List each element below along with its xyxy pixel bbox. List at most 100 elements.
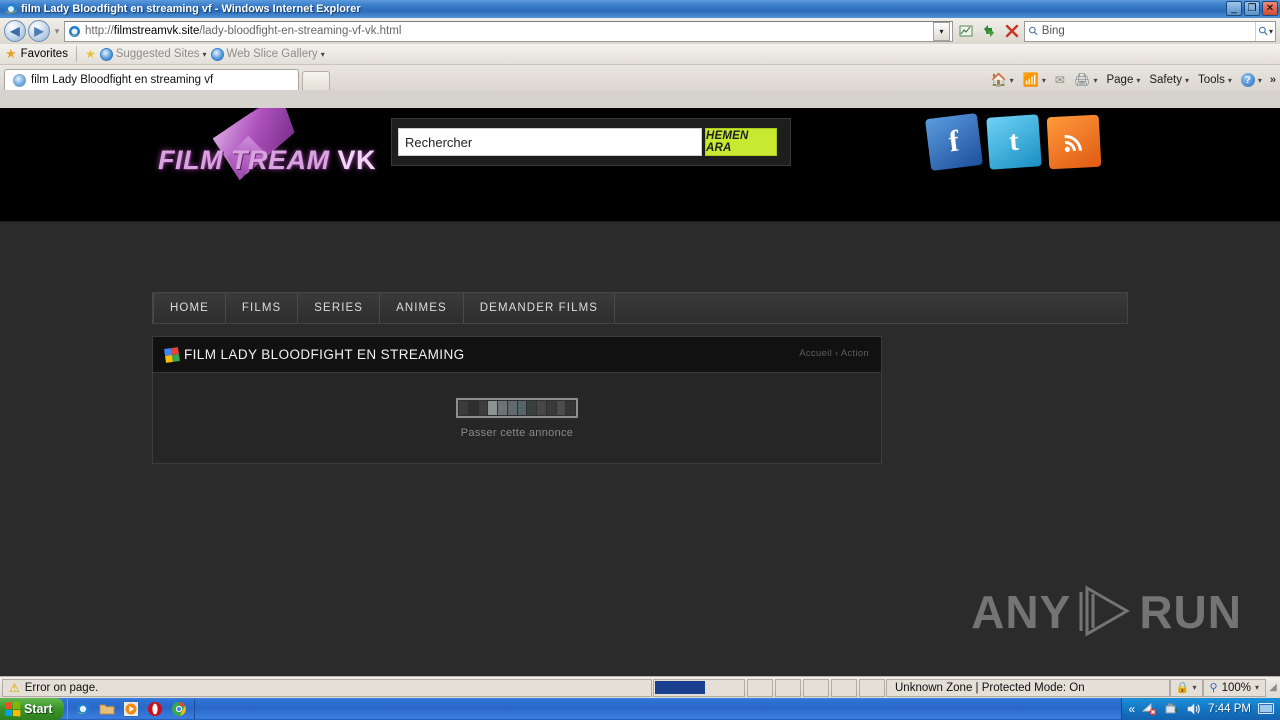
search-icon: ⚲ bbox=[1025, 22, 1042, 40]
protected-mode-button[interactable]: 🔒 ▾ bbox=[1169, 678, 1203, 697]
taskbar-media-player-icon[interactable] bbox=[123, 701, 140, 717]
search-submit-icon[interactable]: ⚲ bbox=[1256, 23, 1272, 39]
loading-segment bbox=[507, 400, 517, 415]
recent-pages-caret[interactable]: ▾ bbox=[52, 26, 62, 37]
feeds-button[interactable]: 📶 ▾ bbox=[1020, 72, 1049, 88]
address-bar-row: ◀ ▶ ▾ http://filmstreamvk.site/lady-bloo… bbox=[0, 18, 1280, 44]
back-button[interactable]: ◀ bbox=[4, 20, 26, 42]
windows-taskbar: Start « 7:44 PM bbox=[0, 698, 1280, 720]
zoom-control[interactable]: ⚲ 100% ▾ bbox=[1202, 678, 1266, 697]
home-button[interactable]: 🏠 ▾ bbox=[987, 72, 1016, 88]
browser-search-placeholder: Bing bbox=[1041, 25, 1065, 37]
favorites-bar: ★ Favorites ★ Suggested Sites ▾ Web Slic… bbox=[0, 44, 1280, 65]
close-button[interactable]: ✕ bbox=[1262, 1, 1278, 16]
logo-text-vk: VK bbox=[337, 145, 377, 175]
loading-segment bbox=[566, 400, 575, 415]
site-header: FILM TREAM VK HEMEN ARA f t bbox=[0, 108, 1280, 222]
tab-active[interactable]: film Lady Bloodfight en streaming vf bbox=[4, 69, 299, 90]
taskbar-windows-explorer-icon[interactable] bbox=[99, 701, 115, 717]
tray-expand-icon[interactable]: « bbox=[1128, 702, 1135, 716]
ad-loading-bar bbox=[456, 397, 578, 418]
add-favorites-icon[interactable]: ★ bbox=[85, 47, 96, 61]
chevron-down-icon[interactable]: ▾ bbox=[1093, 76, 1097, 85]
title-bar: film Lady Bloodfight en streaming vf - W… bbox=[0, 0, 1280, 18]
maximize-button[interactable]: ❐ bbox=[1244, 1, 1260, 16]
forward-button[interactable]: ▶ bbox=[28, 20, 50, 42]
network-error-icon[interactable] bbox=[1142, 702, 1157, 716]
security-zone-text[interactable]: Unknown Zone | Protected Mode: On bbox=[886, 678, 1170, 697]
tools-menu[interactable]: Tools ▾ bbox=[1195, 74, 1235, 86]
facebook-icon[interactable]: f bbox=[925, 113, 983, 171]
nav-item-demander-films[interactable]: DEMANDER FILMS bbox=[464, 293, 616, 323]
compatibility-view-icon[interactable] bbox=[955, 21, 976, 42]
status-cell-5 bbox=[859, 678, 885, 697]
print-button[interactable]: 🖨 ▾ bbox=[1071, 72, 1101, 88]
status-cell-3 bbox=[803, 678, 829, 697]
watermark-text-right: RUN bbox=[1139, 586, 1242, 638]
favorites-item-suggested-sites[interactable]: Suggested Sites ▾ bbox=[99, 47, 207, 61]
address-input[interactable]: http://filmstreamvk.site/lady-bloodfight… bbox=[64, 20, 953, 42]
chevron-down-icon: ▾ bbox=[1227, 75, 1232, 85]
site-logo[interactable]: FILM TREAM VK bbox=[150, 112, 390, 182]
favorites-label[interactable]: Favorites bbox=[21, 48, 68, 60]
minimize-button[interactable]: _ bbox=[1226, 1, 1242, 16]
new-tab-button[interactable] bbox=[302, 71, 330, 90]
status-error-cell[interactable]: ⚠ Error on page. bbox=[2, 678, 652, 697]
search-go-group[interactable]: ⚲ ▾ bbox=[1255, 21, 1273, 41]
site-search-input[interactable] bbox=[398, 128, 702, 156]
zoom-icon: ⚲ bbox=[1209, 682, 1218, 694]
taskbar-opera-icon[interactable] bbox=[147, 701, 163, 717]
stop-button[interactable] bbox=[1001, 21, 1022, 42]
page-viewport: FILM TREAM VK HEMEN ARA f t bbox=[0, 108, 1280, 676]
logo-text-main: FILM TREAM bbox=[158, 145, 330, 175]
address-dropdown-button[interactable]: ▾ bbox=[933, 21, 950, 41]
browser-search-input[interactable]: ⚲ Bing ⚲ ▾ bbox=[1024, 20, 1276, 42]
nav-item-home[interactable]: HOME bbox=[153, 293, 226, 323]
site-search-button[interactable]: HEMEN ARA bbox=[705, 128, 777, 156]
loading-segment bbox=[537, 400, 546, 415]
favorites-item-label: Web Slice Gallery bbox=[226, 48, 318, 60]
tools-menu-label: Tools bbox=[1197, 74, 1225, 86]
lock-icon: 🔒 bbox=[1175, 682, 1190, 694]
quick-launch-bar bbox=[67, 699, 196, 719]
nav-item-series[interactable]: SERIES bbox=[298, 293, 381, 323]
chevron-down-icon: ▾ bbox=[1192, 683, 1197, 692]
page-favicon-icon bbox=[67, 24, 82, 39]
refresh-button[interactable] bbox=[978, 21, 999, 42]
page-menu[interactable]: Page ▾ bbox=[1103, 74, 1143, 86]
safely-remove-icon[interactable] bbox=[1164, 702, 1179, 716]
favorites-item-web-slice-gallery[interactable]: Web Slice Gallery ▾ bbox=[210, 47, 325, 61]
taskbar-internet-explorer-icon[interactable] bbox=[75, 701, 91, 717]
window-controls: _ ❐ ✕ bbox=[1226, 1, 1278, 16]
watermark-text-left: ANY bbox=[971, 586, 1072, 638]
ie-browser-window: film Lady Bloodfight en streaming vf - W… bbox=[0, 0, 1280, 698]
nav-item-animes[interactable]: ANIMES bbox=[380, 293, 464, 323]
loading-segment bbox=[459, 400, 468, 415]
rss-feed-icon[interactable] bbox=[1046, 114, 1102, 170]
site-search-bar: HEMEN ARA bbox=[391, 118, 791, 166]
divider bbox=[75, 46, 77, 62]
safety-menu[interactable]: Safety ▾ bbox=[1146, 74, 1192, 86]
show-desktop-icon[interactable] bbox=[1258, 702, 1274, 716]
loading-segment bbox=[546, 400, 556, 415]
warning-icon: ⚠ bbox=[9, 680, 20, 695]
volume-icon[interactable] bbox=[1186, 702, 1201, 716]
status-cell-4 bbox=[831, 678, 857, 697]
breadcrumb[interactable]: Accueil › Action bbox=[799, 348, 869, 359]
loading-segment bbox=[556, 400, 566, 415]
read-mail-button[interactable]: ✉ bbox=[1052, 73, 1068, 87]
favorites-star-icon[interactable]: ★ bbox=[5, 46, 17, 62]
nav-item-films[interactable]: FILMS bbox=[226, 293, 299, 323]
command-bar-overflow-button[interactable]: » bbox=[1270, 74, 1276, 86]
start-button[interactable]: Start bbox=[0, 698, 65, 720]
skip-ad-label[interactable]: Passer cette annonce bbox=[461, 427, 573, 439]
resize-grip[interactable]: ◢ bbox=[1266, 682, 1280, 693]
help-menu[interactable]: ? ▾ bbox=[1238, 73, 1265, 87]
chevron-down-icon[interactable]: ▾ bbox=[1010, 76, 1014, 85]
chevron-down-icon: ▾ bbox=[1254, 683, 1259, 692]
taskbar-chrome-icon[interactable] bbox=[171, 701, 187, 717]
clock[interactable]: 7:44 PM bbox=[1208, 703, 1251, 715]
chevron-down-icon[interactable]: ▾ bbox=[1042, 76, 1046, 85]
twitter-icon[interactable]: t bbox=[986, 114, 1042, 170]
command-bar: 🏠 ▾ 📶 ▾ ✉ 🖨 ▾ Page ▾ Safety ▾ Tools ▾ ? … bbox=[987, 72, 1276, 88]
